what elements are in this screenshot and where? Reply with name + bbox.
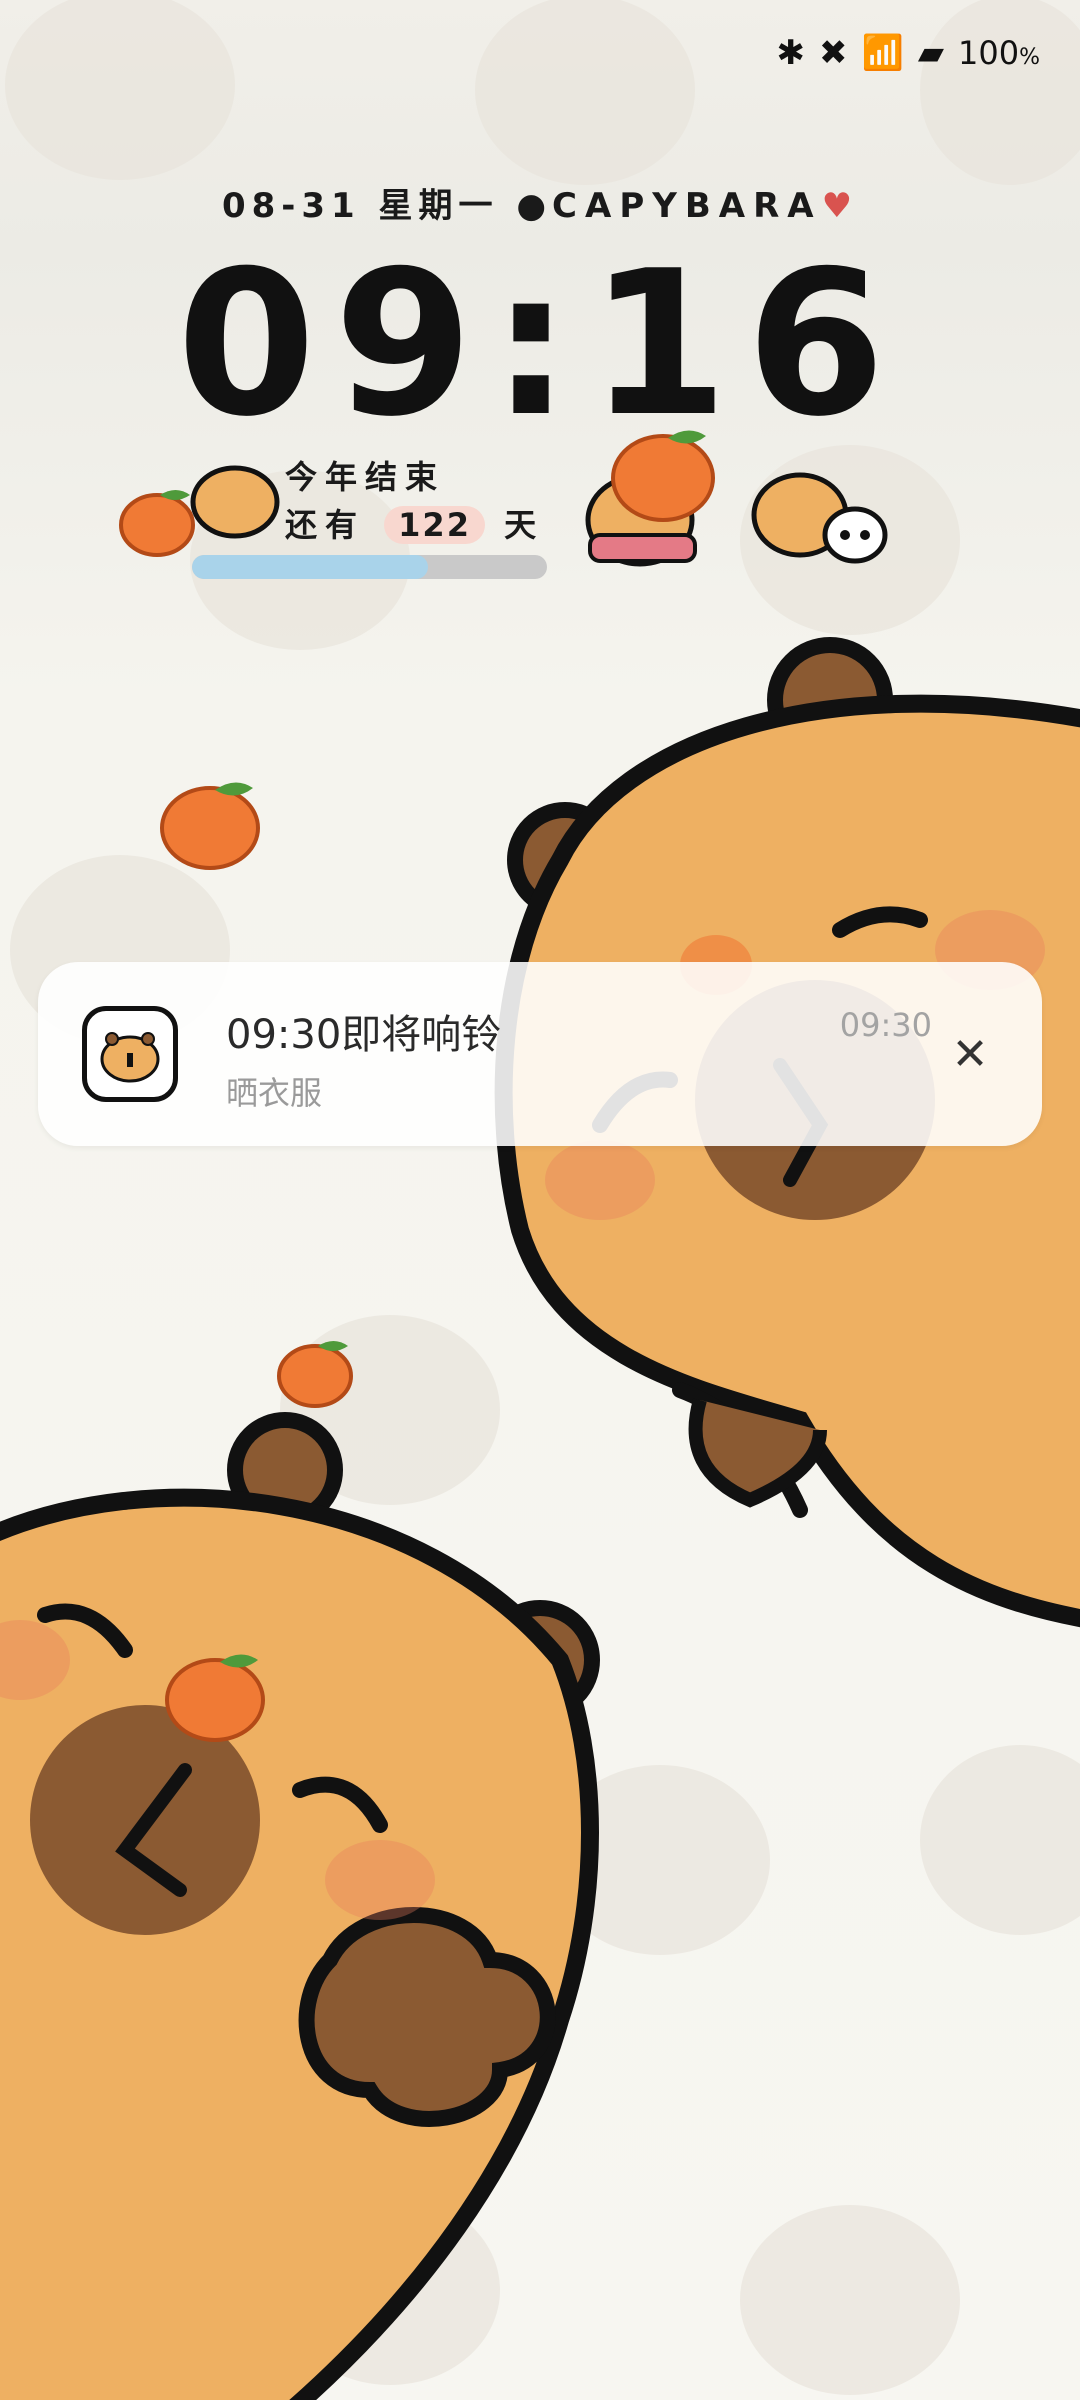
brand-text: CAPYBARA [552, 186, 822, 226]
wifi-icon: 📶 [861, 33, 904, 73]
close-icon[interactable]: ✕ [942, 1026, 998, 1082]
days-left-badge: 122 [384, 506, 485, 544]
notification-subtitle: 晒衣服 [226, 1074, 323, 1112]
bluetooth-icon: ✱ [776, 33, 806, 73]
status-bar: ✱ ✖ 📶 ▰ 100% [777, 28, 1040, 78]
notification-time: 09:30 [839, 1006, 932, 1044]
weekday: 星期一 [378, 186, 499, 226]
year-widget-line1: 今年结束 [285, 458, 446, 496]
battery-level: 100% [958, 34, 1040, 72]
date: 08-31 [221, 186, 361, 226]
clock-app-icon [82, 1006, 178, 1102]
year-progress-fill [192, 555, 429, 579]
year-progress-bar [192, 555, 547, 579]
notification-title: 09:30即将响铃 [226, 1012, 502, 1058]
orange-icon: ● [516, 186, 553, 226]
lockscreen-clock: 09:16 [176, 228, 904, 461]
capybara-battery-icon: ▰ [917, 33, 945, 73]
year-widget-line2: 还有 122 天 [285, 506, 545, 544]
nfc-icon: ✖ [819, 33, 848, 73]
alarm-notification[interactable]: 09:30即将响铃 晒衣服 09:30 ✕ [38, 962, 1042, 1146]
heart-icon: ♥ [821, 186, 859, 226]
date-line: 08-31 星期一 ●CAPYBARA♥ [0, 178, 1080, 227]
